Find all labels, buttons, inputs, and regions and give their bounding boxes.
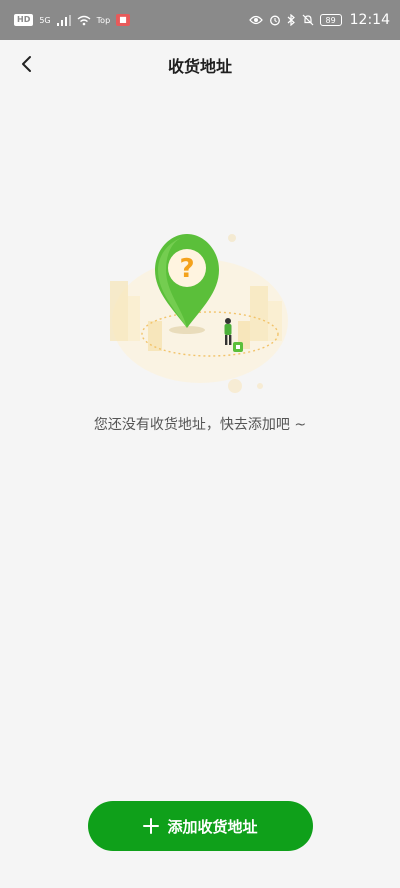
clock-time: 12:14	[349, 12, 390, 28]
status-bar-right: 89 12:14	[248, 12, 390, 28]
hd-badge: HD	[14, 14, 34, 26]
app-notification-icon: ■	[116, 14, 130, 26]
status-bar: HD 5G Top ■ 89 12:14	[0, 0, 400, 40]
battery-indicator: 89	[319, 14, 342, 26]
eye-icon	[248, 15, 263, 25]
plus-icon	[143, 818, 160, 834]
top-label: Top	[96, 15, 111, 25]
network-5g-label: 5G	[39, 15, 51, 25]
bluetooth-icon	[287, 14, 295, 26]
mute-bell-icon	[302, 14, 314, 26]
svg-text:?: ?	[179, 254, 194, 284]
page-title: 收货地址	[167, 57, 232, 76]
status-bar-left: HD 5G Top ■	[14, 14, 130, 26]
add-address-label: 添加收货地址	[167, 817, 258, 836]
empty-address-illustration: ?	[100, 226, 300, 398]
wifi-icon	[77, 15, 91, 25]
empty-state-message: 您还没有收货地址，快去添加吧 ~	[93, 417, 307, 433]
alarm-icon	[269, 15, 280, 26]
nav-bar: 收货地址	[0, 40, 400, 88]
add-address-button[interactable]: 添加收货地址	[88, 801, 313, 851]
location-pin-question-icon: ?	[110, 234, 288, 393]
signal-icon	[56, 14, 71, 26]
